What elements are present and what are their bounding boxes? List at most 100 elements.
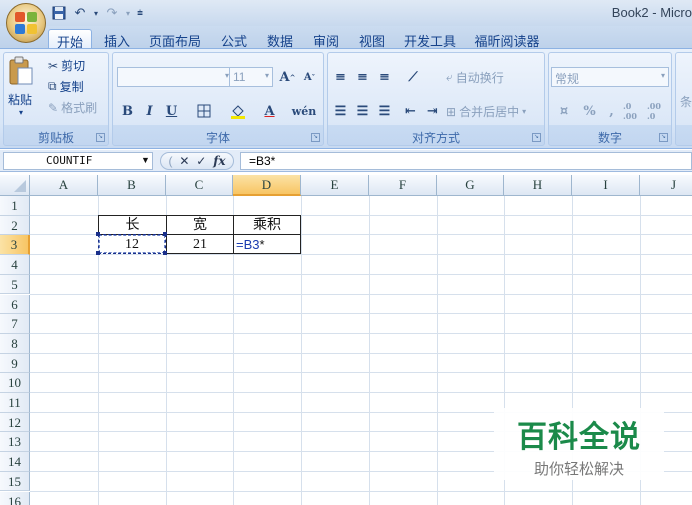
align-middle-button[interactable]: ≡ — [352, 67, 373, 87]
comma-button[interactable]: , — [601, 101, 622, 121]
decrease-decimal-button[interactable]: .00 .0 — [647, 101, 668, 121]
undo-icon[interactable]: ↶ — [71, 4, 89, 22]
row-header-13[interactable]: 13 — [0, 432, 30, 453]
range-handle[interactable] — [96, 251, 100, 255]
underline-button[interactable]: U — [161, 101, 182, 121]
cell-c3[interactable]: 21 — [166, 234, 234, 254]
name-box[interactable]: COUNTIF — [3, 152, 153, 170]
dialog-launcher-icon[interactable]: ↘ — [659, 133, 668, 142]
align-left-button[interactable]: ☰ — [330, 101, 351, 121]
formula-input[interactable]: =B3* — [240, 152, 692, 170]
tab-formulas[interactable]: 公式 — [214, 29, 254, 49]
range-handle[interactable] — [163, 251, 167, 255]
font-size-input[interactable]: 11 ▾ — [229, 67, 273, 87]
increase-decimal-button[interactable]: .0 .00 — [623, 101, 644, 121]
increase-indent-button[interactable]: ⇥ — [422, 101, 443, 121]
enter-check-icon[interactable]: ✓ — [196, 154, 206, 168]
dialog-launcher-icon[interactable]: ↘ — [532, 133, 541, 142]
column-header-h[interactable]: H — [504, 175, 572, 196]
phonetic-button[interactable]: wén — [289, 101, 319, 121]
column-header-j[interactable]: J — [640, 175, 692, 196]
row-header-4[interactable]: 4 — [0, 255, 30, 275]
currency-icon: ¤ — [559, 103, 569, 119]
insert-function-icon[interactable]: fx — [213, 154, 225, 168]
redo-icon[interactable]: ↷ — [103, 4, 121, 22]
tab-foxit-reader[interactable]: 福昕阅读器 — [470, 29, 544, 49]
cancel-icon[interactable]: ✕ — [179, 154, 189, 168]
row-header-14[interactable]: 14 — [0, 452, 30, 472]
align-center-button[interactable]: ☰ — [352, 101, 373, 121]
column-header-f[interactable]: F — [369, 175, 437, 196]
tab-view[interactable]: 视图 — [352, 29, 392, 49]
row-header-16[interactable]: 16 — [0, 491, 30, 505]
align-right-button[interactable]: ☰ — [374, 101, 395, 121]
column-header-b[interactable]: B — [98, 175, 166, 196]
tab-review[interactable]: 审阅 — [306, 29, 346, 49]
save-icon[interactable] — [50, 4, 68, 22]
paste-button[interactable]: 粘贴 ▾ — [8, 56, 38, 117]
row-header-5[interactable]: 5 — [0, 274, 30, 295]
tab-home[interactable]: 开始 — [48, 29, 92, 50]
chevron-down-icon[interactable]: ▾ — [124, 4, 132, 22]
cell-b2[interactable]: 长 — [98, 215, 167, 235]
office-button[interactable] — [6, 3, 46, 43]
align-bottom-button[interactable]: ≡ — [374, 67, 395, 87]
accounting-format-button[interactable]: ¤ — [551, 101, 577, 121]
column-header-e[interactable]: E — [301, 175, 369, 196]
font-color-button[interactable]: A — [259, 101, 280, 121]
row-header-3[interactable]: 3 — [0, 235, 30, 256]
tab-page-layout[interactable]: 页面布局 — [144, 29, 206, 49]
row-header-2[interactable]: 2 — [0, 215, 30, 236]
cell-d3[interactable]: =B3* — [233, 234, 301, 254]
borders-button[interactable] — [193, 101, 214, 121]
format-painter-button[interactable]: ✎ 格式刷 — [48, 99, 97, 116]
fill-color-button[interactable] — [227, 101, 248, 121]
column-header-d[interactable]: D — [233, 175, 301, 196]
conditional-format-button[interactable]: 条 — [680, 93, 692, 110]
percent-button[interactable]: % — [579, 101, 600, 121]
title-bar: ↶ ▾ ↷ ▾ ⩧ Book2 - Micro — [0, 0, 692, 26]
row-header-10[interactable]: 10 — [0, 373, 30, 393]
orientation-button[interactable]: ⟋ — [400, 67, 426, 87]
italic-button[interactable]: I — [139, 101, 160, 121]
chevron-down-icon[interactable]: ▾ — [92, 4, 100, 22]
select-all-button[interactable] — [0, 175, 30, 196]
decrease-indent-button[interactable]: ⇤ — [400, 101, 421, 121]
dialog-launcher-icon[interactable]: ↘ — [96, 133, 105, 142]
font-name-input[interactable]: ▾ — [117, 67, 233, 87]
cell-c2[interactable]: 宽 — [166, 215, 234, 235]
number-format-select[interactable]: 常规 ▾ — [551, 67, 669, 87]
grow-font-button[interactable]: A ^ — [277, 67, 298, 87]
column-header-g[interactable]: G — [437, 175, 504, 196]
column-header-c[interactable]: C — [166, 175, 233, 196]
row-header-1[interactable]: 1 — [0, 196, 30, 216]
column-header-a[interactable]: A — [30, 175, 98, 196]
wrap-text-button[interactable]: ⤶ 自动换行 — [446, 69, 504, 86]
row-header-7[interactable]: 7 — [0, 314, 30, 334]
row-header-12[interactable]: 12 — [0, 412, 30, 433]
dialog-launcher-icon[interactable]: ↘ — [311, 133, 320, 142]
customize-icon[interactable]: ⩧ — [135, 4, 145, 22]
tab-insert[interactable]: 插入 — [98, 29, 136, 49]
align-top-button[interactable]: ≡ — [330, 67, 351, 87]
row-header-8[interactable]: 8 — [0, 333, 30, 354]
row-header-9[interactable]: 9 — [0, 353, 30, 374]
row-header-15[interactable]: 15 — [0, 471, 30, 492]
chevron-down-icon[interactable]: ▼ — [141, 155, 150, 165]
range-handle[interactable] — [96, 232, 100, 236]
column-header-i[interactable]: I — [572, 175, 640, 196]
cell-b3[interactable]: 12 — [98, 234, 166, 254]
tab-data[interactable]: 数据 — [260, 29, 300, 49]
shrink-font-button[interactable]: Aˇ — [299, 67, 320, 87]
copy-button[interactable]: ⧉ 复制 — [48, 78, 84, 95]
tab-developer[interactable]: 开发工具 — [398, 29, 462, 49]
range-handle[interactable] — [163, 232, 167, 236]
cut-button[interactable]: ✂ 剪切 — [48, 57, 85, 74]
decrease-indent-icon: ⇤ — [405, 103, 416, 119]
align-right-icon: ☰ — [378, 103, 391, 119]
row-header-11[interactable]: 11 — [0, 393, 30, 413]
bold-button[interactable]: B — [117, 101, 138, 121]
cell-d2[interactable]: 乘积 — [233, 215, 301, 235]
merge-center-button[interactable]: ⊞ 合并后居中 ▾ — [446, 103, 526, 120]
row-header-6[interactable]: 6 — [0, 294, 30, 315]
